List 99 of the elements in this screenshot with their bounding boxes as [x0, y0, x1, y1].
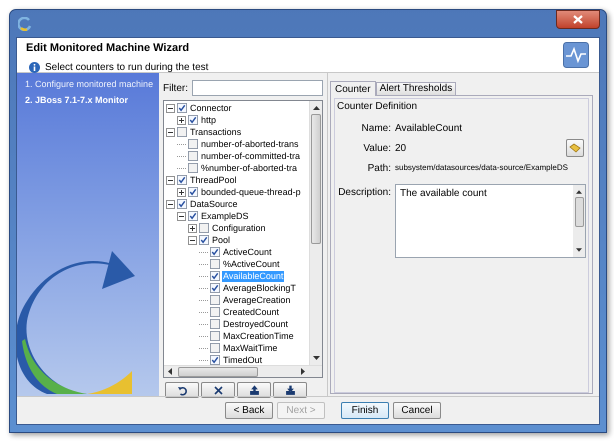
- checkbox[interactable]: [210, 271, 220, 281]
- checkbox[interactable]: [210, 247, 220, 257]
- tool-button[interactable]: [165, 382, 199, 398]
- tree-item[interactable]: Pool: [211, 234, 232, 246]
- tree-item[interactable]: DestroyedCount: [222, 318, 290, 330]
- tree-item[interactable]: http: [200, 114, 218, 126]
- tree-item[interactable]: Transactions: [189, 126, 242, 138]
- tree-item[interactable]: ActiveCount: [222, 246, 273, 258]
- tree-item[interactable]: %ActiveCount: [222, 258, 281, 270]
- tree-item[interactable]: TimedOut: [222, 354, 264, 365]
- checkbox[interactable]: [177, 175, 187, 185]
- checkbox[interactable]: [188, 151, 198, 161]
- scroll-down-icon: [576, 248, 582, 252]
- filter-label: Filter:: [163, 82, 188, 96]
- scroll-thumb[interactable]: [178, 366, 258, 376]
- filter-field[interactable]: [192, 80, 323, 96]
- checkbox[interactable]: [177, 127, 187, 137]
- collapse-icon[interactable]: [166, 104, 175, 112]
- checkbox[interactable]: [210, 283, 220, 293]
- collapse-icon[interactable]: [166, 176, 175, 184]
- edit-value-button[interactable]: [566, 139, 584, 157]
- tree-item[interactable]: number-of-committed-tra: [200, 150, 302, 162]
- checkbox[interactable]: [199, 235, 209, 245]
- checkbox[interactable]: [210, 355, 220, 365]
- scroll-up-icon: [576, 190, 582, 194]
- checkbox[interactable]: [210, 307, 220, 317]
- expand-icon[interactable]: [177, 116, 186, 124]
- checkbox[interactable]: [210, 331, 220, 341]
- field-value: 20: [395, 142, 406, 156]
- tree-item[interactable]: MaxWaitTime: [222, 342, 278, 354]
- monitor-icon: [563, 42, 589, 68]
- checkbox[interactable]: [210, 295, 220, 305]
- scroll-left-icon: [168, 368, 172, 375]
- upload-icon: [248, 384, 260, 396]
- tab[interactable]: Counter: [330, 81, 376, 96]
- tool-button[interactable]: [201, 382, 235, 398]
- description-text: The available count: [399, 187, 488, 201]
- tab[interactable]: Alert Thresholds: [376, 82, 456, 95]
- instruction-text: Select counters to run during the test: [45, 61, 208, 74]
- tree-item[interactable]: %number-of-aborted-tra: [200, 162, 298, 174]
- close-icon: [573, 15, 583, 24]
- wizard-button[interactable]: Finish: [341, 402, 389, 419]
- checkbox[interactable]: [188, 187, 198, 197]
- checkbox[interactable]: [210, 319, 220, 329]
- wizard-title: Edit Monitored Machine Wizard: [26, 42, 190, 55]
- collapse-icon[interactable]: [166, 200, 175, 208]
- description-label: Description:: [337, 186, 391, 200]
- tree-item[interactable]: bounded-queue-thread-p: [200, 186, 302, 198]
- field-label: Value:: [362, 142, 391, 156]
- tree-item[interactable]: ThreadPool: [189, 174, 238, 186]
- download-icon: [284, 384, 296, 396]
- tool-button[interactable]: [273, 382, 307, 398]
- checkbox[interactable]: [188, 163, 198, 173]
- collapse-icon[interactable]: [177, 212, 186, 220]
- checkbox[interactable]: [177, 103, 187, 113]
- field-label: Name:: [360, 122, 391, 136]
- scroll-right-icon: [301, 368, 305, 375]
- vertical-scrollbar[interactable]: [309, 101, 322, 365]
- collapse-icon[interactable]: [188, 236, 197, 244]
- checkbox[interactable]: [177, 199, 187, 209]
- undo-icon: [176, 384, 188, 396]
- step-item: 1. Configure monitored machine: [25, 78, 154, 91]
- app-icon: [18, 16, 32, 30]
- description-field[interactable]: The available count: [395, 184, 586, 258]
- wizard-button[interactable]: < Back: [225, 402, 273, 419]
- horizontal-scrollbar[interactable]: [164, 365, 322, 377]
- collapse-icon[interactable]: [166, 128, 175, 136]
- scroll-up-icon: [312, 106, 320, 110]
- field-value: subsystem/datasources/data-source/ExampleDS: [395, 162, 568, 174]
- field-label: Path:: [366, 162, 391, 176]
- tree-item[interactable]: AverageCreation: [222, 294, 292, 306]
- tree-item[interactable]: DataSource: [189, 198, 239, 210]
- expand-icon[interactable]: [177, 188, 186, 196]
- scroll-thumb[interactable]: [311, 114, 321, 244]
- checkbox[interactable]: [188, 115, 198, 125]
- tree-item[interactable]: number-of-aborted-trans: [200, 138, 300, 150]
- checkbox[interactable]: [188, 139, 198, 149]
- field-value: AvailableCount: [395, 122, 462, 136]
- tree-item[interactable]: AverageBlockingT: [222, 282, 297, 294]
- tree-item[interactable]: MaxCreationTime: [222, 330, 295, 342]
- tool-button[interactable]: [237, 382, 271, 398]
- checkbox[interactable]: [210, 343, 220, 353]
- close-button[interactable]: [556, 10, 600, 29]
- expand-icon[interactable]: [188, 224, 197, 232]
- scroll-thumb[interactable]: [574, 197, 584, 227]
- step-item: 2. JBoss 7.1-7.x Monitor: [25, 94, 130, 107]
- group-title: Counter Definition: [337, 100, 418, 113]
- tree-item[interactable]: Configuration: [211, 222, 267, 234]
- tree-item[interactable]: Connector: [189, 102, 233, 114]
- tree-item[interactable]: CreatedCount: [222, 306, 280, 318]
- wizard-button[interactable]: Cancel: [393, 402, 441, 419]
- tag-icon: [569, 143, 581, 153]
- close-icon: [212, 384, 224, 396]
- checkbox[interactable]: [199, 223, 209, 233]
- vertical-scrollbar[interactable]: [573, 185, 585, 257]
- checkbox[interactable]: [210, 259, 220, 269]
- checkbox[interactable]: [188, 211, 198, 221]
- scroll-down-icon: [312, 356, 320, 360]
- tree-item[interactable]: ExampleDS: [200, 210, 250, 222]
